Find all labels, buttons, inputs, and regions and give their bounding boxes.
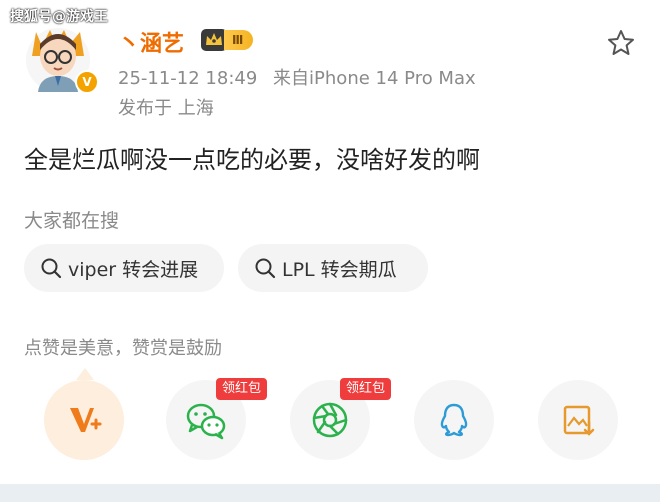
vip-badge[interactable]: Ⅲ bbox=[200, 28, 254, 52]
post-source: 来自iPhone 14 Pro Max bbox=[273, 68, 476, 89]
search-chip-lpl[interactable]: LPL 转会期瓜 bbox=[238, 244, 428, 292]
reward-button[interactable] bbox=[44, 380, 124, 460]
post-meta: 25-11-12 18:49 来自iPhone 14 Pro Max bbox=[118, 64, 476, 90]
watermark: 搜狐号@游戏王 bbox=[10, 9, 108, 25]
reward-pointer bbox=[76, 368, 94, 380]
save-image-icon bbox=[563, 405, 595, 436]
moments-icon bbox=[312, 402, 348, 438]
redpack-badge: 领红包 bbox=[340, 378, 392, 400]
reward-prompt: 点赞是美意，赞赏是鼓励 bbox=[24, 338, 222, 359]
vip-level: Ⅲ bbox=[224, 30, 254, 50]
save-image-button[interactable] bbox=[538, 380, 618, 460]
search-icon bbox=[41, 258, 62, 279]
favorite-button[interactable] bbox=[606, 28, 636, 58]
search-icon bbox=[255, 258, 276, 279]
search-chip-viper[interactable]: viper 转会进展 bbox=[24, 244, 224, 292]
wechat-icon bbox=[186, 403, 226, 440]
verified-badge-icon: V bbox=[75, 70, 99, 94]
redpack-badge: 领红包 bbox=[216, 378, 268, 400]
username[interactable]: 丶涵艺 bbox=[118, 26, 184, 58]
trending-search-title: 大家都在搜 bbox=[24, 210, 120, 232]
search-chip-label: LPL 转会期瓜 bbox=[282, 258, 397, 281]
qq-icon bbox=[440, 403, 468, 437]
star-icon bbox=[608, 30, 634, 55]
post-location: 发布于 上海 bbox=[118, 98, 214, 119]
avatar[interactable]: V bbox=[22, 26, 99, 94]
search-chip-label: viper 转会进展 bbox=[68, 258, 199, 281]
v-reward-icon bbox=[70, 408, 102, 432]
post-text: 全是烂瓜啊没一点吃的必要，没啥好发的啊 bbox=[24, 146, 480, 174]
post-time: 25-11-12 18:49 bbox=[118, 68, 258, 89]
bottom-bar bbox=[0, 484, 660, 502]
share-qq-button[interactable] bbox=[414, 380, 494, 460]
